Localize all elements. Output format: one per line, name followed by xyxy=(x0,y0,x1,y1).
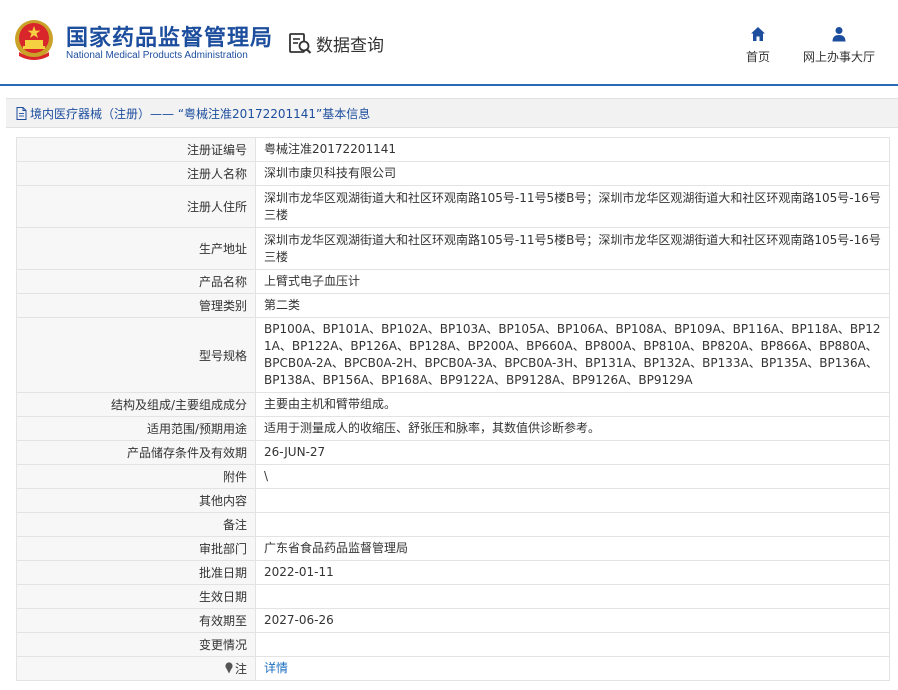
field-value xyxy=(255,488,890,513)
home-icon xyxy=(751,27,765,41)
site-subtitle: National Medical Products Administration xyxy=(66,50,248,61)
field-label: 其他内容 xyxy=(16,488,256,513)
field-label: 变更情况 xyxy=(16,632,256,657)
field-value: BP100A、BP101A、BP102A、BP103A、BP105A、BP106… xyxy=(255,317,890,393)
field-label: 附件 xyxy=(16,464,256,489)
field-label: 备注 xyxy=(16,512,256,537)
field-value: 深圳市康贝科技有限公司 xyxy=(255,161,890,186)
table-row: 型号规格 BP100A、BP101A、BP102A、BP103A、BP105A、… xyxy=(16,317,890,393)
breadcrumb: 境内医疗器械（注册） —— “粤械注准20172201141”基本信息 xyxy=(6,98,898,128)
table-row: 注 详情 xyxy=(16,656,890,681)
breadcrumb-category-link[interactable]: 境内医疗器械（注册） xyxy=(30,105,150,122)
field-value: 详情 xyxy=(255,656,890,681)
breadcrumb-current: —— “粤械注准20172201141”基本信息 xyxy=(150,106,371,121)
field-label: 型号规格 xyxy=(16,317,256,393)
field-value: 广东省食品药品监督管理局 xyxy=(255,536,890,561)
table-row: 生产地址 深圳市龙华区观湖街道大和社区环观南路105号-11号5楼B号；深圳市龙… xyxy=(16,227,890,270)
document-search-icon xyxy=(289,33,312,54)
table-row: 产品储存条件及有效期 26-JUN-27 xyxy=(16,440,890,465)
data-query-label: 数据查询 xyxy=(316,35,384,56)
note-label-text: 注 xyxy=(234,661,247,676)
table-row: 生效日期 xyxy=(16,584,890,609)
field-value: 主要由主机和臂带组成。 xyxy=(255,392,890,417)
user-icon xyxy=(832,27,846,42)
field-value xyxy=(255,632,890,657)
note-label-cell: 注 xyxy=(16,656,256,681)
nav-home-label: 首页 xyxy=(745,50,770,64)
data-query-heading[interactable]: 数据查询 xyxy=(288,30,384,56)
table-row: 批准日期 2022-01-11 xyxy=(16,560,890,585)
field-value xyxy=(255,584,890,609)
field-value: \ xyxy=(255,464,890,489)
nav-online-office-label: 网上办事大厅 xyxy=(802,50,875,64)
field-label: 结构及组成/主要组成成分 xyxy=(16,392,256,417)
table-row: 产品名称 上臂式电子血压计 xyxy=(16,269,890,294)
header-divider xyxy=(0,84,898,86)
site-title[interactable]: 国家药品监督管理局 xyxy=(66,20,273,52)
field-label: 生效日期 xyxy=(16,584,256,609)
national-emblem-icon xyxy=(15,20,53,60)
table-row: 注册人名称 深圳市康贝科技有限公司 xyxy=(16,161,890,186)
field-label: 注册证编号 xyxy=(16,137,256,162)
field-value: 适用于测量成人的收缩压、舒张压和脉率，其数值供诊断参考。 xyxy=(255,416,890,441)
field-value: 深圳市龙华区观湖街道大和社区环观南路105号-11号5楼B号；深圳市龙华区观湖街… xyxy=(255,185,890,228)
field-label: 注册人名称 xyxy=(16,161,256,186)
table-row: 备注 xyxy=(16,512,890,537)
field-value: 粤械注准20172201141 xyxy=(255,137,890,162)
table-row: 变更情况 xyxy=(16,632,890,657)
nav-online-office[interactable]: 网上办事大厅 xyxy=(800,26,878,65)
site-header: 国家药品监督管理局 National Medical Products Admi… xyxy=(0,0,898,84)
table-row: 其他内容 xyxy=(16,488,890,513)
field-label: 有效期至 xyxy=(16,608,256,633)
detail-table: 注册证编号 粤械注准20172201141 注册人名称 深圳市康贝科技有限公司 … xyxy=(16,137,890,681)
field-label: 产品名称 xyxy=(16,269,256,294)
field-value: 深圳市龙华区观湖街道大和社区环观南路105号-11号5楼B号；深圳市龙华区观湖街… xyxy=(255,227,890,270)
field-label: 批准日期 xyxy=(16,560,256,585)
table-row: 注册人住所 深圳市龙华区观湖街道大和社区环观南路105号-11号5楼B号；深圳市… xyxy=(16,185,890,228)
field-value: 第二类 xyxy=(255,293,890,318)
table-row: 附件 \ xyxy=(16,464,890,489)
table-row: 结构及组成/主要组成成分 主要由主机和臂带组成。 xyxy=(16,392,890,417)
field-label: 适用范围/预期用途 xyxy=(16,416,256,441)
field-label: 注册人住所 xyxy=(16,185,256,228)
table-row: 注册证编号 粤械注准20172201141 xyxy=(16,137,890,162)
field-label: 生产地址 xyxy=(16,227,256,270)
table-row: 有效期至 2027-06-26 xyxy=(16,608,890,633)
note-label: 注 xyxy=(224,660,247,677)
table-row: 管理类别 第二类 xyxy=(16,293,890,318)
field-value: 2022-01-11 xyxy=(255,560,890,585)
field-label: 产品储存条件及有效期 xyxy=(16,440,256,465)
field-value: 2027-06-26 xyxy=(255,608,890,633)
pin-icon xyxy=(225,662,233,674)
field-value: 上臂式电子血压计 xyxy=(255,269,890,294)
field-label: 管理类别 xyxy=(16,293,256,318)
field-value xyxy=(255,512,890,537)
details-link[interactable]: 详情 xyxy=(264,661,288,675)
field-label: 审批部门 xyxy=(16,536,256,561)
document-icon xyxy=(16,106,27,120)
table-row: 适用范围/预期用途 适用于测量成人的收缩压、舒张压和脉率，其数值供诊断参考。 xyxy=(16,416,890,441)
table-row: 审批部门 广东省食品药品监督管理局 xyxy=(16,536,890,561)
nav-home[interactable]: 首页 xyxy=(740,26,776,65)
field-value: 26-JUN-27 xyxy=(255,440,890,465)
